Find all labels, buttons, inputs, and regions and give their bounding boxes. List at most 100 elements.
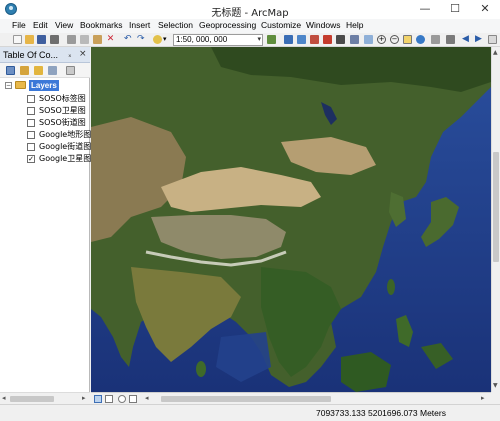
menu-view[interactable]: View — [55, 20, 73, 30]
select-icon[interactable] — [488, 35, 497, 44]
zoom-in-icon[interactable]: + — [377, 35, 386, 44]
minimize-button[interactable]: — — [410, 0, 440, 19]
map-scale-value: 1:50, 000, 000 — [176, 35, 228, 44]
back-icon[interactable]: ◀ — [462, 35, 471, 44]
layer-visibility-checkbox[interactable] — [27, 143, 35, 151]
layer-item[interactable]: SOSO标签图 — [27, 93, 89, 104]
undo-icon[interactable]: ↶ — [124, 35, 133, 44]
delete-icon[interactable]: ✕ — [106, 35, 115, 44]
menu-bar: File Edit View Bookmarks Insert Selectio… — [0, 19, 500, 33]
map-scroll-left-icon[interactable]: ◂ — [145, 394, 149, 402]
layer-label: SOSO卫星图 — [39, 106, 86, 115]
search-icon[interactable] — [310, 35, 319, 44]
open-icon[interactable] — [25, 35, 34, 44]
layer-label: SOSO街道图 — [39, 118, 86, 127]
save-icon[interactable] — [37, 35, 46, 44]
data-view-tab[interactable] — [94, 395, 102, 403]
menu-edit[interactable]: Edit — [33, 20, 48, 30]
menu-windows[interactable]: Windows — [306, 20, 340, 30]
copy-icon[interactable] — [80, 35, 89, 44]
arctoolbox-icon[interactable] — [323, 35, 332, 44]
options-icon[interactable] — [66, 66, 75, 75]
layer-item[interactable]: SOSO卫星图 — [27, 105, 89, 116]
list-by-selection-icon[interactable] — [48, 66, 57, 75]
menu-help[interactable]: Help — [346, 20, 363, 30]
add-data-dropdown-icon[interactable]: ▾ — [163, 35, 172, 44]
layers-folder-icon — [15, 81, 26, 89]
zoom-out-icon[interactable]: − — [390, 35, 399, 44]
layer-label: Google地形图 — [39, 130, 92, 139]
menu-file[interactable]: File — [12, 20, 26, 30]
cursor-coordinates: 7093733.133 5201696.073 Meters — [316, 408, 446, 418]
layer-item[interactable]: Google地形图 — [27, 129, 92, 140]
layers-root-label[interactable]: Layers — [29, 80, 59, 91]
pan-icon[interactable] — [403, 35, 412, 44]
fixed-zoom-out-icon[interactable] — [446, 35, 455, 44]
title-bar: 无标题 - ArcMap — ☐ ✕ — [0, 0, 500, 19]
layer-visibility-checkbox[interactable]: ✓ — [27, 155, 35, 163]
layer-item[interactable]: Google街道图 — [27, 141, 92, 152]
help-icon[interactable] — [364, 35, 373, 44]
list-by-source-icon[interactable] — [20, 66, 29, 75]
list-by-drawing-order-icon[interactable] — [6, 66, 15, 75]
menu-bookmarks[interactable]: Bookmarks — [80, 20, 123, 30]
fixed-zoom-icon[interactable] — [431, 35, 440, 44]
map-vscroll-thumb[interactable] — [493, 152, 499, 262]
layer-label: Google卫星图 — [39, 154, 92, 163]
layer-visibility-checkbox[interactable] — [27, 95, 35, 103]
menu-customize[interactable]: Customize — [261, 20, 301, 30]
menu-selection[interactable]: Selection — [158, 20, 193, 30]
toc-header: Table Of Co... ₓ × — [0, 47, 90, 63]
catalog-icon[interactable] — [297, 35, 306, 44]
table-of-contents-panel: Table Of Co... ₓ × − Layers SOSO标签图 SOSO… — [0, 47, 92, 404]
model-builder-icon[interactable] — [350, 35, 359, 44]
toc-close-icon[interactable]: × — [79, 49, 87, 59]
full-extent-icon[interactable] — [416, 35, 425, 44]
maximize-button[interactable]: ☐ — [440, 0, 470, 19]
layer-visibility-checkbox[interactable] — [27, 107, 35, 115]
toc-pin-icon[interactable]: ₓ — [68, 50, 72, 59]
menu-geoprocessing[interactable]: Geoprocessing — [199, 20, 256, 30]
redo-icon[interactable]: ↷ — [137, 35, 146, 44]
standard-toolbar: ✕ ↶ ↷ ▾ 1:50, 000, 000 ▾ + − ◀ ▶ — [0, 33, 500, 47]
table-icon[interactable] — [284, 35, 293, 44]
refresh-view-icon[interactable] — [118, 395, 126, 403]
python-icon[interactable] — [336, 35, 345, 44]
layout-view-tab[interactable] — [105, 395, 113, 403]
status-bar: 7093733.133 5201696.073 Meters — [0, 404, 500, 421]
toc-scroll-thumb[interactable] — [10, 396, 54, 402]
forward-icon[interactable]: ▶ — [475, 35, 484, 44]
scroll-up-icon[interactable]: ▲ — [493, 49, 498, 56]
satellite-basemap — [91, 47, 491, 392]
toc-horizontal-scrollbar[interactable]: ◂ ▸ — [0, 392, 90, 404]
cut-icon[interactable] — [67, 35, 76, 44]
layer-label: Google街道图 — [39, 142, 92, 151]
map-hscroll-thumb[interactable] — [161, 396, 331, 402]
map-vertical-scrollbar[interactable]: ▲ ▼ — [491, 47, 500, 392]
paste-icon[interactable] — [93, 35, 102, 44]
add-data-icon[interactable] — [153, 35, 162, 44]
editor-icon[interactable] — [267, 35, 276, 44]
scroll-right-icon[interactable]: ▸ — [82, 394, 86, 402]
scroll-down-icon[interactable]: ▼ — [493, 382, 498, 389]
layer-item[interactable]: SOSO街道图 — [27, 117, 89, 128]
layer-item[interactable]: ✓ Google卫星图 — [27, 153, 92, 164]
map-scale-input[interactable]: 1:50, 000, 000 ▾ — [173, 34, 263, 46]
scroll-left-icon[interactable]: ◂ — [2, 394, 6, 402]
map-view[interactable] — [91, 47, 491, 392]
layer-label: SOSO标签图 — [39, 94, 86, 103]
print-icon[interactable] — [50, 35, 59, 44]
toc-toolbar — [0, 63, 90, 78]
list-by-visibility-icon[interactable] — [34, 66, 43, 75]
menu-insert[interactable]: Insert — [129, 20, 150, 30]
toc-title: Table Of Co... — [3, 50, 59, 60]
collapse-icon[interactable]: − — [5, 82, 12, 89]
scale-dropdown-icon[interactable]: ▾ — [257, 35, 261, 45]
new-icon[interactable] — [13, 35, 22, 44]
map-view-footer: ◂ ▸ — [91, 392, 491, 404]
map-scroll-right-icon[interactable]: ▸ — [481, 394, 485, 402]
close-button[interactable]: ✕ — [470, 0, 500, 19]
layer-visibility-checkbox[interactable] — [27, 131, 35, 139]
layer-visibility-checkbox[interactable] — [27, 119, 35, 127]
pause-drawing-icon[interactable] — [129, 395, 137, 403]
